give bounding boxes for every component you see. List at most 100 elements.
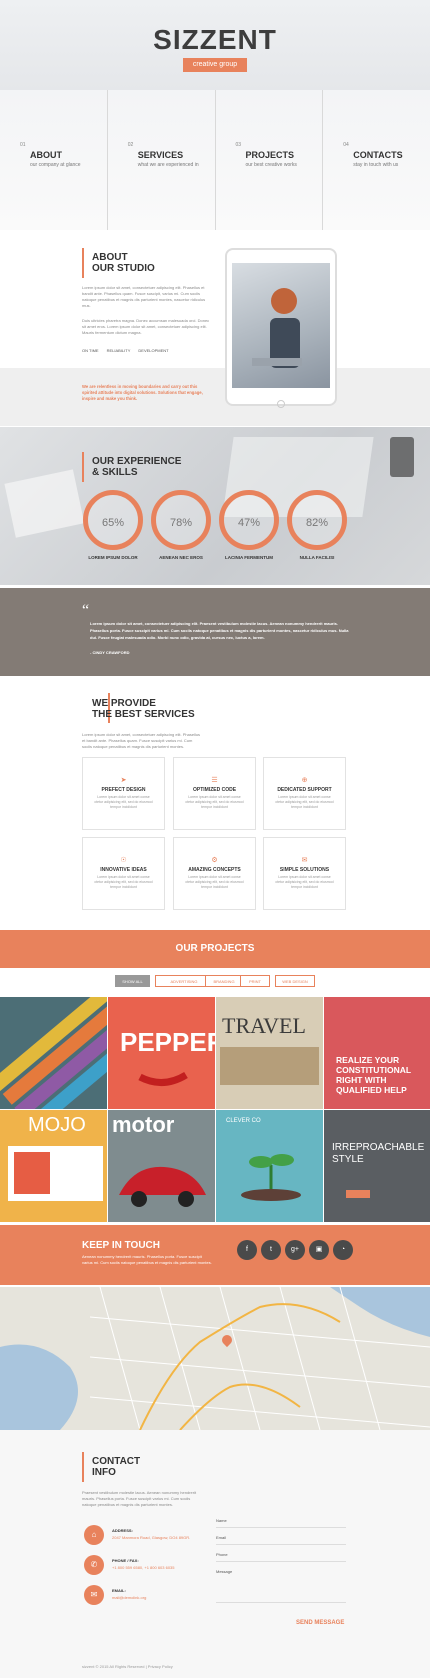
location-map[interactable] <box>0 1287 430 1430</box>
email-field[interactable]: Email <box>216 1535 346 1545</box>
tile-text: REALIZE YOUR CONSTITUTIONAL RIGHT WITH Q… <box>336 1055 411 1095</box>
nav-item-contacts[interactable]: 04 CONTACTS stay in touch with us <box>323 90 430 230</box>
about-tag: RELIABILITY <box>106 348 131 353</box>
nav-title[interactable]: PROJECTS <box>246 150 295 160</box>
about-highlight-band <box>0 368 430 426</box>
service-card[interactable]: ☉ INNOVATIVE IDEAS Lorem ipsum dolor sit… <box>82 837 165 910</box>
skill-value: 82% <box>305 517 329 529</box>
service-title: INNOVATIVE IDEAS <box>100 867 147 873</box>
contact-intro: Praesent vestibulum molestie lacus. Aene… <box>82 1490 197 1507</box>
projects-title: OUR PROJECTS <box>175 943 255 954</box>
project-tile-style[interactable]: IRREPROACHABLE STYLE <box>324 1110 430 1222</box>
twitter-icon[interactable]: t <box>261 1240 281 1260</box>
project-tile-clever[interactable]: CLEVER CO <box>216 1110 323 1222</box>
service-desc: Lorem ipsum dolor sit amet conse ctetur … <box>185 875 244 889</box>
about-tags: ON TIME RELIABILITY DEVELOPMENT <box>82 348 212 353</box>
chat-icon: ✉ <box>301 857 308 864</box>
name-field[interactable]: Name <box>216 1518 346 1528</box>
footer-copyright: sizzent © 2015 All Rights Reserved | Pri… <box>82 1664 173 1669</box>
about-paragraph-1: Lorem ipsum dolor sit amet, consectetuer… <box>82 285 206 308</box>
google-plus-icon[interactable]: g+ <box>285 1240 305 1260</box>
skill-circle: 82% <box>287 490 347 550</box>
project-tile-travel[interactable]: TRAVEL <box>216 997 323 1109</box>
nav-number: 01 <box>20 142 26 148</box>
nav-subtitle: our company at glance <box>30 162 81 168</box>
keep-in-touch-text: Aenean nonummy hendrerit mauris. Phasell… <box>82 1254 212 1265</box>
service-card[interactable]: ⚙ AMAZING CONCEPTS Lorem ipsum dolor sit… <box>173 837 256 910</box>
project-tile-motor[interactable]: motor <box>108 1110 215 1222</box>
contact-section <box>0 1430 430 1678</box>
skills-title: OUR EXPERIENCE & SKILLS <box>92 456 182 478</box>
rss-icon[interactable]: ◔ <box>333 1240 353 1260</box>
tile-text: IRREPROACHABLE STYLE <box>332 1142 425 1165</box>
services-title: WE PROVIDE THE BEST SERVICES <box>92 698 195 720</box>
skill-label: NULLA FACILISI <box>299 555 335 560</box>
service-desc: Lorem ipsum dolor sit amet conse ctetur … <box>94 795 153 809</box>
about-highlight-text: We are relentless in moving boundaries a… <box>82 384 203 401</box>
tile-button[interactable] <box>346 1190 370 1198</box>
service-card[interactable]: ➤ PREFECT DESIGN Lorem ipsum dolor sit a… <box>82 757 165 830</box>
instagram-icon[interactable]: ▣ <box>309 1240 329 1260</box>
section-accent-bar <box>82 452 84 482</box>
address-value: 2047 Manmora Road, Glasgow, DO4 89GR. <box>112 1535 191 1540</box>
skill-value: 47% <box>237 517 261 529</box>
nav-title[interactable]: SERVICES <box>138 150 183 160</box>
service-desc: Lorem ipsum dolor sit amet conse ctetur … <box>275 875 334 889</box>
skills-section <box>0 427 430 585</box>
section-accent-bar <box>82 1452 84 1482</box>
filter-tab-print[interactable]: PRINT <box>240 975 270 987</box>
services-intro: Lorem ipsum dolor sit amet, consectetuer… <box>82 732 201 749</box>
phone-value: +1 800 559 6580, +1 800 603 6035 <box>112 1565 175 1570</box>
phone-icon: ✆ <box>84 1555 104 1575</box>
service-card[interactable]: ☰ OPTIMIZED CODE Lorem ipsum dolor sit a… <box>173 757 256 830</box>
message-field[interactable]: Message <box>216 1569 346 1603</box>
facebook-icon[interactable]: f <box>237 1240 257 1260</box>
project-tile-pepper[interactable]: PEPPER <box>108 997 215 1109</box>
testimonial-author: - CINDY CRAWFORD <box>90 650 130 655</box>
skill-value: 78% <box>169 517 193 529</box>
email-value[interactable]: mail@demolink.org <box>112 1595 146 1600</box>
lifebuoy-icon: ⊕ <box>301 777 308 784</box>
filter-tab-all[interactable]: SHOW ALL <box>115 975 150 987</box>
service-card[interactable]: ✉ SIMPLE SOLUTIONS Lorem ipsum dolor sit… <box>263 837 346 910</box>
about-paragraph-2: Duis ultricies pharetra magna. Donec acc… <box>82 318 210 335</box>
skill-circle: 65% <box>83 490 143 550</box>
service-title: OPTIMIZED CODE <box>192 787 237 793</box>
home-icon: ⌂ <box>84 1525 104 1545</box>
main-nav: 01 ABOUT our company at glance 02 SERVIC… <box>0 90 430 230</box>
nav-title[interactable]: ABOUT <box>30 150 62 160</box>
lightbulb-icon: ☉ <box>120 857 127 864</box>
paper-plane-icon: ➤ <box>120 777 127 784</box>
nav-subtitle: stay in touch with us <box>353 162 399 168</box>
nav-item-about[interactable]: 01 ABOUT our company at glance <box>0 90 108 230</box>
project-tile-stripes[interactable] <box>0 997 107 1109</box>
tile-text: motor <box>112 1112 175 1137</box>
keep-in-touch-section <box>0 1225 430 1285</box>
tile-image <box>8 1146 103 1201</box>
contact-title: CONTACT INFO <box>92 1456 141 1478</box>
testimonial-text: Lorem ipsum dolor sit amet, consectetuer… <box>90 621 349 640</box>
nav-number: 03 <box>235 142 242 148</box>
service-title: AMAZING CONCEPTS <box>188 867 241 873</box>
project-tile-mojo[interactable]: MOJO <box>0 1110 107 1222</box>
about-title: ABOUT OUR STUDIO <box>92 252 155 274</box>
service-title: SIMPLE SOLUTIONS <box>279 867 330 873</box>
project-tile-realize[interactable]: REALIZE YOUR CONSTITUTIONAL RIGHT WITH Q… <box>324 997 430 1109</box>
service-card[interactable]: ⊕ DEDICATED SUPPORT Lorem ipsum dolor si… <box>263 757 346 830</box>
quote-mark-icon: “ <box>82 602 90 619</box>
skill-value: 65% <box>101 517 125 529</box>
nav-title[interactable]: CONTACTS <box>353 150 402 160</box>
site-logo[interactable]: SIZZENT <box>0 24 430 56</box>
nav-subtitle: our best creative works <box>245 162 297 168</box>
phone-field[interactable]: Phone <box>216 1552 346 1562</box>
site-tagline: creative group <box>183 58 247 72</box>
send-message-button[interactable]: SEND MESSAGE <box>296 1620 344 1626</box>
tile-text: PEPPER <box>120 1027 215 1057</box>
filter-tab-branding[interactable]: BRANDING <box>205 975 243 987</box>
service-desc: Lorem ipsum dolor sit amet conse ctetur … <box>275 795 334 809</box>
service-desc: Lorem ipsum dolor sit amet conse ctetur … <box>185 795 244 809</box>
filter-tab-web-design[interactable]: WEB DESIGN <box>275 975 315 987</box>
nav-item-projects[interactable]: 03 PROJECTS our best creative works <box>216 90 324 230</box>
about-tag: DEVELOPMENT <box>138 348 169 353</box>
nav-item-services[interactable]: 02 SERVICES what we are experienced in <box>108 90 216 230</box>
